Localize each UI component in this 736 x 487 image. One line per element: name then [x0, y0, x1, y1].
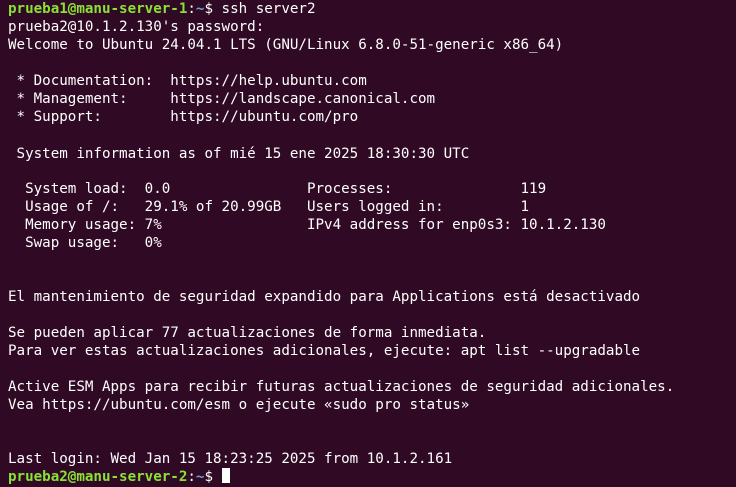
esm-notice: El mantenimiento de seguridad expandido … — [8, 289, 641, 305]
updates-line: Se pueden aplicar 77 actualizaciones de … — [8, 325, 487, 341]
sysinfo-line: Memory usage: 7% IPv4 address for enp0s3… — [8, 217, 606, 233]
doc-link-line: * Documentation: https://help.ubuntu.com — [8, 73, 367, 89]
terminal-window[interactable]: prueba1@manu-server-1:~$ ssh server2 pru… — [0, 0, 736, 487]
prompt-user: prueba1@manu-server-1 — [8, 1, 188, 17]
prompt-user: prueba2@manu-server-2 — [8, 469, 188, 485]
esm-apps-line: Vea https://ubuntu.com/esm o ejecute «su… — [8, 397, 470, 413]
prompt-command: $ ssh server2 — [204, 1, 316, 17]
prompt-symbol: $ — [204, 469, 222, 485]
sysinfo-line: Usage of /: 29.1% of 20.99GB Users logge… — [8, 199, 530, 215]
sysinfo-line: System load: 0.0 Processes: 119 — [8, 181, 547, 197]
text-cursor — [221, 468, 230, 483]
sysinfo-header: System information as of mié 15 ene 2025… — [8, 146, 470, 162]
prompt-separator: : — [187, 1, 196, 17]
support-link-line: * Support: https://ubuntu.com/pro — [8, 109, 359, 125]
esm-apps-line: Active ESM Apps para recibir futuras act… — [8, 379, 675, 395]
password-prompt: prueba2@10.1.2.130's password: — [8, 19, 265, 35]
welcome-message: Welcome to Ubuntu 24.04.1 LTS (GNU/Linux… — [8, 37, 564, 53]
prompt-separator: : — [187, 469, 196, 485]
management-link-line: * Management: https://landscape.canonica… — [8, 91, 436, 107]
prompt-line-final[interactable]: prueba2@manu-server-2:~$ — [8, 468, 230, 486]
sysinfo-line: Swap usage: 0% — [8, 235, 162, 251]
last-login: Last login: Wed Jan 15 18:23:25 2025 fro… — [8, 451, 453, 467]
updates-line: Para ver estas actualizaciones adicional… — [8, 343, 641, 359]
prompt-line-1: prueba1@manu-server-1:~$ ssh server2 — [8, 0, 316, 18]
